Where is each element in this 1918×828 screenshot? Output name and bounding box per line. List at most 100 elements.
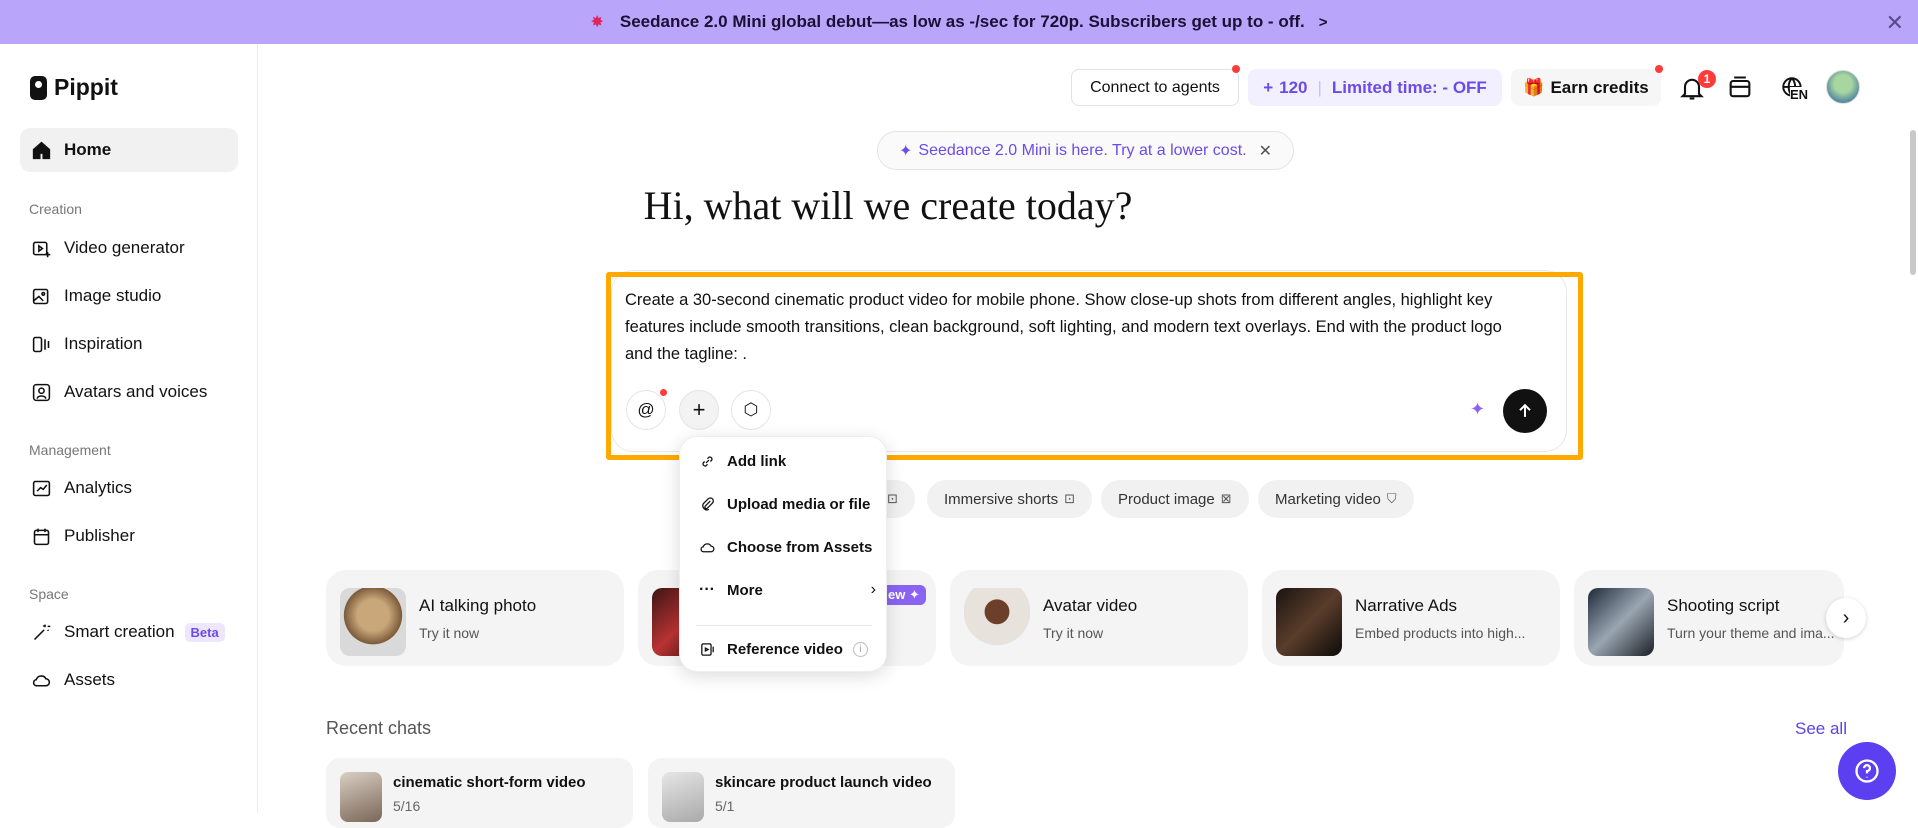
chat-count: 5/16	[393, 798, 421, 814]
promo-banner[interactable]: ✸ Seedance 2.0 Mini global debut—as low …	[0, 0, 1918, 44]
menu-item-choose-from-assets[interactable]: Choose from Assets	[698, 532, 876, 562]
notification-dot	[1232, 65, 1240, 73]
app-name: Pippit	[54, 74, 118, 100]
card-title: AI talking photo	[419, 596, 537, 615]
credits-button[interactable]: + 120 | Limited time: - OFF	[1248, 69, 1502, 106]
recent-chats-title: Recent chats	[326, 718, 432, 738]
sidebar-item-label: Avatars and voices	[64, 382, 208, 401]
menu-item-upload-media[interactable]: Upload media or file	[698, 489, 876, 519]
feature-card-ai-talking-photo[interactable]: AI talking photo Try it now	[326, 570, 624, 666]
chip-immersive-shorts[interactable]: Immersive shorts ⊡	[927, 480, 1093, 518]
menu-item-label: Reference video	[727, 640, 843, 658]
inspiration-icon	[30, 333, 52, 355]
sidebar-item-label: Publisher	[64, 526, 135, 545]
section-label-management: Management	[29, 442, 111, 458]
cart-icon: ⛉	[1386, 491, 1397, 506]
home-icon	[30, 139, 52, 161]
help-button[interactable]	[1838, 742, 1896, 800]
chat-thumbnail	[662, 772, 704, 822]
sidebar-item-smart-creation[interactable]: Smart creation Beta	[20, 610, 238, 654]
mention-button[interactable]: @	[626, 390, 666, 430]
sidebar-item-video-generator[interactable]: Video generator	[20, 226, 238, 270]
magic-wand-icon	[30, 621, 52, 643]
section-label-space: Space	[29, 586, 69, 602]
info-icon[interactable]: i	[852, 641, 868, 657]
send-button[interactable]	[1503, 389, 1547, 433]
menu-item-reference-video[interactable]: Reference video i	[698, 634, 876, 664]
divider: |	[1317, 77, 1322, 97]
recent-chat-item[interactable]: cinematic short-form video 5/16	[326, 758, 633, 828]
chip-label: Immersive shorts	[944, 490, 1059, 508]
add-attachment-button[interactable]: +	[679, 390, 719, 430]
sidebar-item-label: Video generator	[64, 238, 185, 257]
sidebar-item-analytics[interactable]: Analytics	[20, 466, 238, 510]
cloud-icon	[698, 539, 716, 556]
sidebar-item-home[interactable]: Home	[20, 128, 238, 172]
sparkle-icon[interactable]: ✦	[1470, 399, 1485, 420]
chevron-right-icon: >	[1318, 13, 1328, 31]
sidebar-item-publisher[interactable]: Publisher	[20, 514, 238, 558]
app-logo[interactable]: Pippit	[30, 74, 118, 101]
avatar[interactable]	[1826, 70, 1860, 104]
earn-credits-label: Earn credits	[1550, 77, 1649, 97]
chat-count: 5/1	[715, 798, 735, 814]
menu-item-more[interactable]: ··· More ›	[698, 575, 876, 605]
connect-agents-button[interactable]: Connect to agents	[1071, 69, 1239, 106]
sidebar: Pippit Home Creation Video generator Ima…	[0, 44, 258, 813]
sparkle-icon: ✸	[590, 14, 604, 31]
more-dots-icon: ···	[699, 581, 715, 598]
sidebar-item-label: Image studio	[64, 286, 162, 305]
image-icon: ⊠	[1220, 491, 1232, 506]
language-label: EN	[1790, 87, 1809, 102]
new-badge: ew ✦	[882, 585, 926, 605]
chevron-right-icon: ›	[870, 581, 876, 598]
chip-label: Marketing video	[1275, 490, 1381, 508]
promo-pill-text: Seedance 2.0 Mini is here. Try at a lowe…	[918, 141, 1247, 159]
sidebar-item-label: Home	[64, 140, 112, 159]
gift-icon: 🎁	[1523, 77, 1545, 97]
sidebar-item-avatars-and-voices[interactable]: Avatars and voices	[20, 370, 238, 414]
card-subtitle: Turn your theme and ima...	[1667, 625, 1835, 641]
credits-count: 120	[1279, 77, 1308, 97]
paperclip-icon	[698, 496, 716, 513]
link-icon	[698, 453, 716, 470]
prompt-input[interactable]: Create a 30-second cinematic product vid…	[625, 287, 1525, 368]
card-thumbnail	[964, 588, 1030, 656]
notification-dot	[1655, 65, 1663, 73]
recent-chat-item[interactable]: skincare product launch video 5/1	[648, 758, 955, 828]
chat-title: skincare product launch video	[715, 774, 932, 791]
sidebar-item-label: Smart creation	[64, 622, 175, 641]
seedance-promo-pill[interactable]: ✦ Seedance 2.0 Mini is here. Try at a lo…	[877, 131, 1294, 170]
menu-item-label: Add link	[727, 452, 787, 470]
close-icon[interactable]: ✕	[1259, 141, 1272, 161]
sidebar-item-image-studio[interactable]: Image studio	[20, 274, 238, 318]
chevron-right-icon[interactable]: ›	[1826, 598, 1866, 638]
cube-icon: ⬡	[743, 400, 759, 419]
card-thumbnail	[1276, 588, 1342, 656]
card-title: Avatar video	[1043, 596, 1138, 615]
chip-marketing-video[interactable]: Marketing video ⛉	[1258, 480, 1414, 518]
menu-item-add-link[interactable]: Add link	[698, 446, 876, 476]
notification-badge: 1	[1698, 70, 1716, 88]
feature-card-avatar-video[interactable]: Avatar video Try it now	[950, 570, 1248, 666]
menu-item-label: Upload media or file	[727, 495, 871, 513]
arrow-up-icon	[1519, 403, 1531, 417]
menu-item-label: Choose from Assets	[727, 538, 873, 556]
sidebar-item-label: Analytics	[64, 478, 133, 497]
sidebar-item-assets[interactable]: Assets	[20, 658, 238, 702]
close-icon[interactable]: ✕	[1886, 10, 1904, 36]
subscription-icon[interactable]	[1723, 71, 1757, 105]
product-button[interactable]: ⬡	[731, 390, 771, 430]
scrollbar[interactable]	[1910, 130, 1916, 275]
page-title: Hi, what will we create today?	[0, 182, 1918, 229]
earn-credits-button[interactable]: 🎁 Earn credits	[1511, 69, 1661, 106]
sidebar-item-inspiration[interactable]: Inspiration	[20, 322, 238, 366]
feature-card-narrative-ads[interactable]: Narrative Ads Embed products into high..…	[1262, 570, 1560, 666]
chat-thumbnail	[340, 772, 382, 822]
card-thumbnail	[340, 588, 406, 656]
language-icon[interactable]: EN	[1773, 71, 1813, 105]
chip-product-image[interactable]: Product image ⊠	[1101, 480, 1249, 518]
feature-card-shooting-script[interactable]: Shooting script Turn your theme and ima.…	[1574, 570, 1844, 666]
sparkle-icon: ✦	[899, 142, 913, 160]
see-all-link[interactable]: See all	[1795, 719, 1847, 739]
